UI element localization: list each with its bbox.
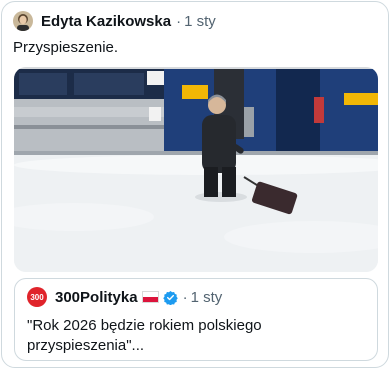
post-video[interactable] bbox=[14, 67, 378, 272]
quoted-post-time[interactable]: 1 sty bbox=[191, 289, 223, 306]
separator-dot: · bbox=[176, 12, 182, 30]
quoted-post[interactable]: 300 300Polityka · 1 sty "Rok 2026 będzie… bbox=[14, 278, 378, 361]
verified-badge-icon bbox=[162, 290, 178, 305]
quoted-post-header: 300 300Polityka · 1 sty bbox=[27, 287, 222, 307]
author-name[interactable]: Edyta Kazikowska bbox=[41, 13, 171, 30]
post-time[interactable]: 1 sty bbox=[184, 13, 216, 30]
quoted-post-text: "Rok 2026 będzie rokiem polskiego przysp… bbox=[27, 317, 262, 354]
post-card[interactable]: Edyta Kazikowska · 1 sty Przyspieszenie. bbox=[1, 1, 389, 368]
post-header: Edyta Kazikowska · 1 sty bbox=[13, 11, 216, 31]
quoted-avatar-text: 300 bbox=[30, 292, 44, 302]
poland-flag-icon bbox=[141, 291, 159, 303]
quoted-author-name[interactable]: 300Polityka bbox=[55, 289, 138, 306]
author-avatar[interactable] bbox=[13, 11, 33, 31]
video-frame-image bbox=[14, 67, 378, 272]
quoted-separator-dot: · bbox=[182, 288, 188, 306]
post-text: Przyspieszenie. bbox=[13, 39, 119, 56]
quoted-author-avatar[interactable]: 300 bbox=[27, 287, 47, 307]
